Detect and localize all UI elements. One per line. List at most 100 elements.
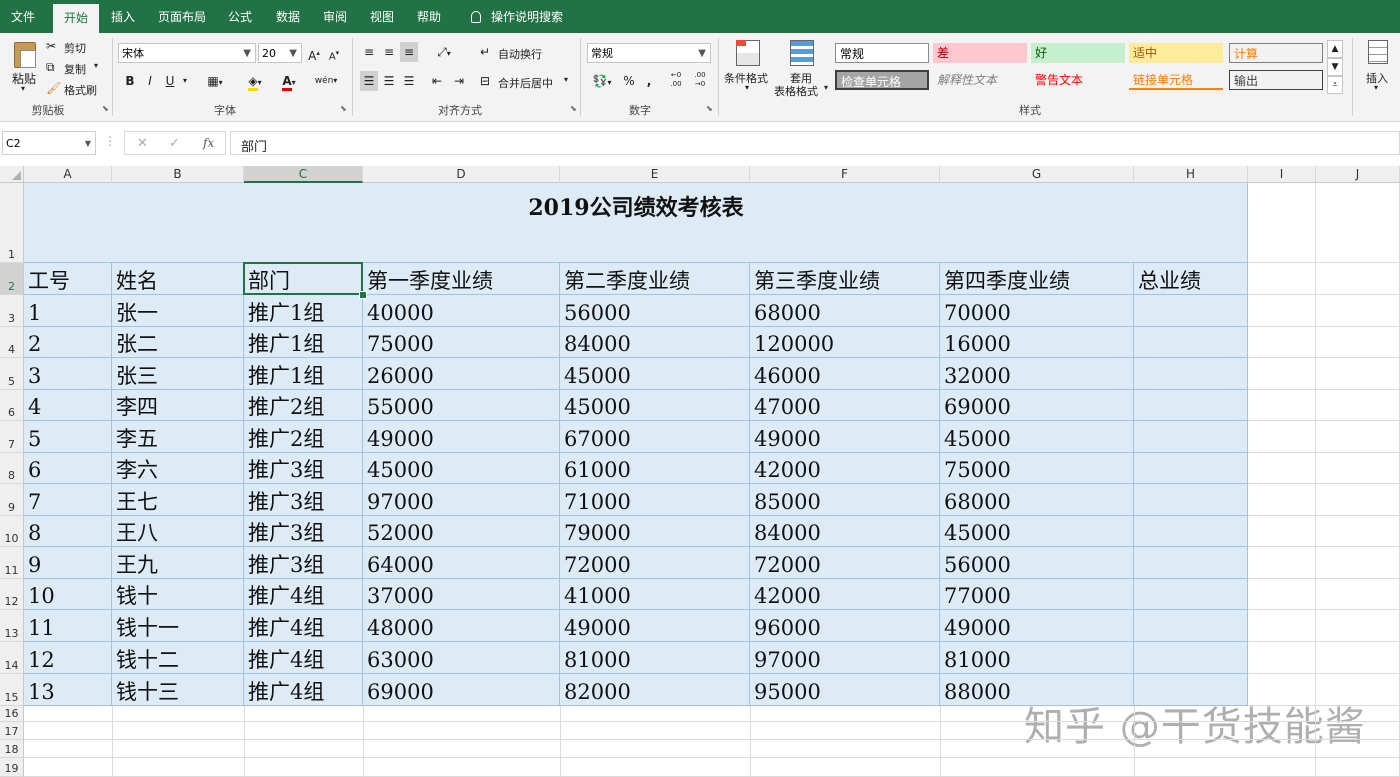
data-cell[interactable]: 推广1组	[244, 295, 363, 327]
tab-file[interactable]: 文件	[0, 0, 46, 33]
row-header-15[interactable]: 15	[0, 674, 24, 706]
data-cell[interactable]: 72000	[560, 547, 750, 579]
data-cell[interactable]: 推广4组	[244, 579, 363, 610]
data-cell[interactable]: 推广1组	[244, 358, 363, 390]
data-cell[interactable]	[1134, 610, 1248, 642]
data-cell[interactable]: 推广4组	[244, 674, 363, 706]
column-header-i[interactable]: I	[1248, 166, 1316, 183]
align-right-icon[interactable]: ☰	[400, 71, 418, 91]
data-cell[interactable]: 40000	[363, 295, 560, 327]
tab-home[interactable]: 开始	[53, 4, 99, 33]
data-cell[interactable]: 张三	[112, 358, 244, 390]
name-box[interactable]: C2 ▼	[2, 131, 96, 155]
tab-help[interactable]: 帮助	[409, 0, 449, 33]
data-cell[interactable]: 王八	[112, 516, 244, 547]
tab-insert[interactable]: 插入	[103, 0, 143, 33]
column-header-g[interactable]: G	[940, 166, 1134, 183]
conditional-formatting-button[interactable]: 条件格式 ▾	[724, 38, 772, 98]
style-linked-cell[interactable]: 链接单元格	[1129, 70, 1223, 90]
data-cell[interactable]: 84000	[750, 516, 940, 547]
fill-handle[interactable]	[359, 291, 367, 299]
column-header-f[interactable]: F	[750, 166, 940, 183]
data-cell[interactable]: 5	[24, 421, 112, 453]
data-cell[interactable]	[1134, 674, 1248, 706]
data-cell[interactable]: 70000	[940, 295, 1134, 327]
data-cell[interactable]: 李六	[112, 453, 244, 484]
format-as-table-button[interactable]: 套用 表格格式 ▾	[774, 38, 830, 98]
cut-button[interactable]: ✂ 剪切	[46, 38, 96, 56]
row-header-8[interactable]: 8	[0, 453, 24, 484]
row-header-9[interactable]: 9	[0, 484, 24, 516]
data-cell[interactable]: 69000	[363, 674, 560, 706]
data-cell[interactable]: 钱十一	[112, 610, 244, 642]
data-cell[interactable]: 26000	[363, 358, 560, 390]
data-cell[interactable]: 37000	[363, 579, 560, 610]
column-header-c[interactable]: C	[244, 166, 363, 183]
data-cell[interactable]: 48000	[363, 610, 560, 642]
data-cell[interactable]: 12	[24, 642, 112, 674]
data-cell[interactable]: 97000	[363, 484, 560, 516]
data-cell[interactable]: 75000	[940, 453, 1134, 484]
column-header-d[interactable]: D	[363, 166, 560, 183]
data-cell[interactable]: 45000	[940, 516, 1134, 547]
column-header-a[interactable]: A	[24, 166, 112, 183]
data-cell[interactable]	[1134, 516, 1248, 547]
header-cell[interactable]: 第四季度业绩	[940, 263, 1134, 295]
header-cell[interactable]: 姓名	[112, 263, 244, 295]
data-cell[interactable]: 45000	[363, 453, 560, 484]
data-cell[interactable]: 95000	[750, 674, 940, 706]
data-cell[interactable]: 9	[24, 547, 112, 579]
cancel-icon[interactable]: ✕	[137, 136, 148, 151]
header-cell[interactable]: 总业绩	[1134, 263, 1248, 295]
data-cell[interactable]: 120000	[750, 327, 940, 358]
data-cell[interactable]: 97000	[750, 642, 940, 674]
borders-icon[interactable]: ▦▾	[202, 71, 228, 91]
style-explanatory[interactable]: 解释性文本	[933, 70, 1027, 90]
font-color-icon[interactable]: A▾	[276, 71, 302, 91]
style-warning[interactable]: 警告文本	[1031, 70, 1125, 90]
data-cell[interactable]: 3	[24, 358, 112, 390]
style-neutral[interactable]: 适中	[1129, 43, 1223, 63]
chevron-down-icon[interactable]: ▼	[1327, 58, 1343, 76]
select-all-button[interactable]	[0, 166, 24, 183]
underline-button[interactable]: U	[162, 71, 178, 91]
align-bottom-icon[interactable]: ≡	[400, 42, 418, 62]
data-cell[interactable]: 64000	[363, 547, 560, 579]
tab-review[interactable]: 审阅	[315, 0, 355, 33]
tab-page-layout[interactable]: 页面布局	[150, 0, 214, 33]
data-cell[interactable]: 7	[24, 484, 112, 516]
row-header-18[interactable]: 18	[0, 740, 24, 758]
wrap-text-button[interactable]: ↵ 自动换行	[480, 44, 570, 62]
row-header-4[interactable]: 4	[0, 327, 24, 358]
row-header-16[interactable]: 16	[0, 706, 24, 722]
data-cell[interactable]: 81000	[560, 642, 750, 674]
percent-style-button[interactable]: %	[620, 71, 638, 91]
data-cell[interactable]: 77000	[940, 579, 1134, 610]
data-cell[interactable]: 56000	[560, 295, 750, 327]
tab-view[interactable]: 视图	[362, 0, 402, 33]
chevron-up-icon[interactable]: ▲	[1327, 40, 1343, 58]
data-cell[interactable]: 56000	[940, 547, 1134, 579]
data-cell[interactable]: 61000	[560, 453, 750, 484]
data-cell[interactable]: 钱十三	[112, 674, 244, 706]
data-cell[interactable]: 72000	[750, 547, 940, 579]
data-cell[interactable]: 王七	[112, 484, 244, 516]
row-header-2[interactable]: 2	[0, 263, 24, 295]
data-cell[interactable]: 1	[24, 295, 112, 327]
data-cell[interactable]: 32000	[940, 358, 1134, 390]
tab-formulas[interactable]: 公式	[220, 0, 260, 33]
data-cell[interactable]: 55000	[363, 390, 560, 421]
data-cell[interactable]: 推广2组	[244, 390, 363, 421]
data-cell[interactable]: 钱十二	[112, 642, 244, 674]
style-bad[interactable]: 差	[933, 43, 1027, 63]
data-cell[interactable]: 47000	[750, 390, 940, 421]
paste-button[interactable]: 粘贴 ▾	[6, 38, 42, 94]
data-cell[interactable]: 69000	[940, 390, 1134, 421]
data-cell[interactable]: 42000	[750, 453, 940, 484]
data-cell[interactable]	[1134, 547, 1248, 579]
row-header-7[interactable]: 7	[0, 421, 24, 453]
data-cell[interactable]: 推广4组	[244, 610, 363, 642]
row-header-17[interactable]: 17	[0, 722, 24, 740]
data-cell[interactable]	[1134, 358, 1248, 390]
data-cell[interactable]: 45000	[560, 390, 750, 421]
